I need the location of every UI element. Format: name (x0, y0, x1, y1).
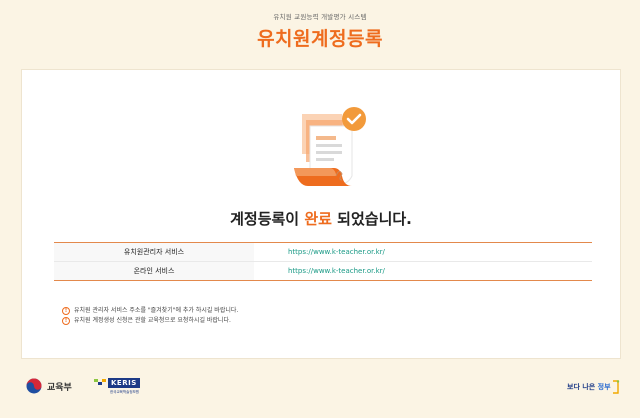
keris-logo[interactable]: KERIS 한국교육학술정보원 (94, 377, 140, 394)
moe-logo[interactable]: 교육부 (26, 378, 72, 394)
notice-item: ! 유치원 계정생성 신청은 관할 교육청으로 요청하시길 바랍니다. (62, 316, 238, 326)
keris-mark-icon (94, 379, 106, 385)
keris-label: KERIS (108, 378, 140, 388)
message-prefix: 계정등록이 (230, 210, 305, 228)
table-row: 유치원관리자 서비스 https://www.k-teacher.or.kr/ (54, 242, 592, 262)
document-check-illustration (294, 107, 366, 186)
service-url-link[interactable]: https://www.k-teacher.or.kr/ (254, 261, 592, 281)
page-title: 유치원계정등록 (257, 28, 383, 50)
service-name: 온라인 서비스 (54, 261, 254, 281)
table-row: 온라인 서비스 https://www.k-teacher.or.kr/ (54, 261, 592, 281)
footer: 교육부 KERIS 한국교육학술정보원 보다 나은 정부 (0, 368, 640, 418)
notice-list: ! 유치원 관리자 서비스 주소를 "즐겨찾기"에 추가 하시길 바랍니다. !… (62, 306, 238, 326)
better-gov-prefix: 보다 나은 (567, 383, 598, 391)
bracket-mark-icon (612, 380, 619, 394)
service-table: 유치원관리자 서비스 https://www.k-teacher.or.kr/ … (54, 242, 592, 281)
message-suffix: 되었습니다. (331, 210, 412, 228)
system-subtitle: 유치원 교원능력 개발평가 시스템 (273, 13, 367, 21)
completion-message: 계정등록이 완료 되었습니다. (22, 208, 620, 229)
keris-subtitle: 한국교육학술정보원 (110, 390, 139, 394)
notice-item: ! 유치원 관리자 서비스 주소를 "즐겨찾기"에 추가 하시길 바랍니다. (62, 306, 238, 316)
page-header: 유치원 교원능력 개발평가 시스템 유치원계정등록 (0, 0, 640, 68)
notice-text: 유치원 관리자 서비스 주소를 "즐겨찾기"에 추가 하시길 바랍니다. (74, 307, 239, 314)
info-icon: ! (62, 307, 70, 315)
result-card: 계정등록이 완료 되었습니다. 유치원관리자 서비스 https://www.k… (21, 69, 621, 359)
notice-text: 유치원 계정생성 신청은 관할 교육청으로 요청하시길 바랍니다. (74, 317, 231, 324)
taegeuk-icon (26, 378, 42, 394)
message-highlight: 완료 (304, 210, 332, 228)
check-badge-icon (342, 107, 366, 131)
service-name: 유치원관리자 서비스 (54, 242, 254, 262)
better-gov-highlight: 정부 (597, 383, 611, 391)
better-government-logo[interactable]: 보다 나은 정부 (567, 380, 620, 394)
info-icon: ! (62, 317, 70, 325)
moe-label: 교육부 (47, 382, 72, 393)
better-gov-label: 보다 나은 정부 (567, 382, 611, 392)
service-url-link[interactable]: https://www.k-teacher.or.kr/ (254, 243, 592, 262)
